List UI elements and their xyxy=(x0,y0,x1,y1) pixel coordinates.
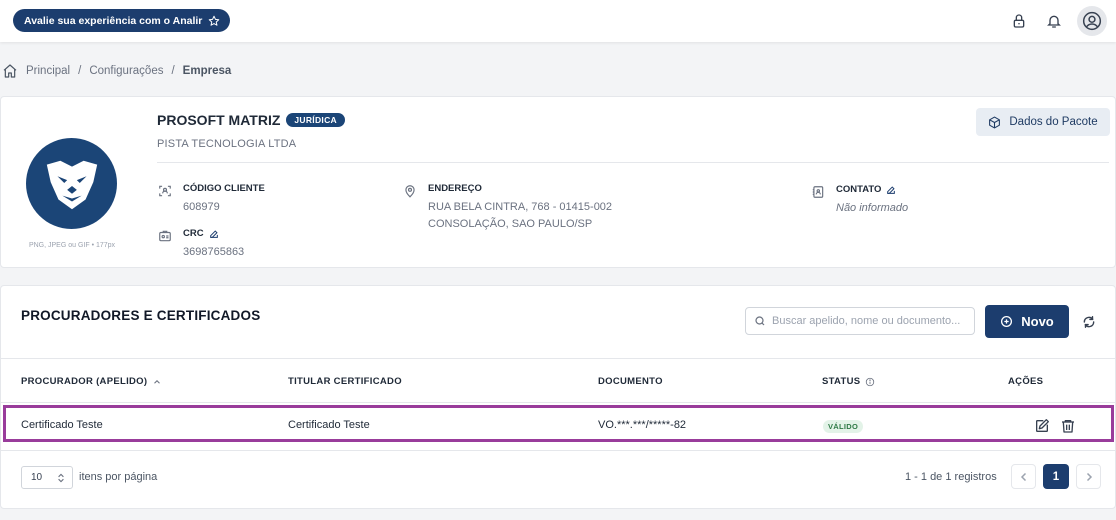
per-page-select[interactable]: 10 xyxy=(21,466,73,489)
search-box[interactable] xyxy=(745,307,975,335)
lock-icon xyxy=(1013,14,1025,28)
package-data-label: Dados do Pacote xyxy=(1009,116,1098,128)
contact-value: Não informado xyxy=(836,202,909,214)
procuradores-card: PROCURADORES E CERTIFICADOS Novo PROCURA… xyxy=(0,285,1116,509)
breadcrumb: Principal / Configurações / Empresa xyxy=(2,62,231,80)
current-page-button[interactable]: 1 xyxy=(1043,464,1069,489)
sort-up-icon xyxy=(154,379,161,384)
contact-label-wrapper: CONTATO xyxy=(836,184,896,195)
status-badge: VÁLIDO xyxy=(823,420,864,433)
logo-format-hint: PNG, JPEG ou GIF • 177px xyxy=(28,242,116,249)
search-input[interactable] xyxy=(772,315,962,327)
client-code-label: CÓDIGO CLIENTE xyxy=(183,183,265,194)
chevron-up-down-icon xyxy=(58,473,64,483)
next-page-button[interactable] xyxy=(1076,464,1101,489)
user-circle-icon xyxy=(1082,11,1102,31)
edit-icon[interactable] xyxy=(886,185,896,195)
refresh-icon xyxy=(1083,316,1095,328)
trash-icon xyxy=(1061,419,1074,433)
edit-row-button[interactable] xyxy=(1033,417,1050,434)
breadcrumb-separator: / xyxy=(171,65,175,77)
lion-logo-icon xyxy=(46,160,97,209)
refresh-button[interactable] xyxy=(1080,313,1098,331)
divider xyxy=(1,358,1115,359)
address-line2: CONSOLAÇÃO, SAO PAULO/SP xyxy=(428,218,593,230)
user-menu-button[interactable] xyxy=(1077,6,1107,36)
column-header-status-label: STATUS xyxy=(822,376,861,387)
column-header-status: STATUS xyxy=(822,376,875,387)
plus-circle-icon xyxy=(1001,315,1013,328)
column-header-acoes: AÇÕES xyxy=(1008,376,1043,387)
divider xyxy=(1,450,1115,451)
new-button[interactable]: Novo xyxy=(985,305,1069,338)
divider xyxy=(157,162,1109,163)
divider xyxy=(1,402,1115,403)
table-row[interactable]: Certificado Teste Certificado Teste VO.*… xyxy=(3,405,1114,442)
company-card: PNG, JPEG ou GIF • 177px PROSOFT MATRIZ … xyxy=(0,96,1116,268)
search-icon xyxy=(755,316,765,326)
edit-icon[interactable] xyxy=(209,229,219,239)
column-header-titular-label: TITULAR CERTIFICADO xyxy=(288,376,402,387)
lock-button[interactable] xyxy=(1008,10,1030,32)
crc-label-wrapper: CRC xyxy=(183,228,219,239)
per-page-label: itens por página xyxy=(79,471,158,483)
crc-value: 3698765863 xyxy=(183,246,245,258)
per-page-value: 10 xyxy=(31,472,43,483)
prev-page-button[interactable] xyxy=(1011,464,1036,489)
company-logo[interactable] xyxy=(26,138,117,229)
column-header-acoes-label: AÇÕES xyxy=(1008,376,1044,387)
contact-label: CONTATO xyxy=(836,184,882,195)
breadcrumb-principal[interactable]: Principal xyxy=(26,65,70,77)
chevron-right-icon xyxy=(1086,472,1092,481)
chevron-left-icon xyxy=(1020,472,1026,481)
breadcrumb-separator: / xyxy=(78,65,82,77)
address-line1: RUA BELA CINTRA, 768 - 01415-002 xyxy=(428,201,613,213)
address-label: ENDEREÇO xyxy=(428,183,482,194)
notifications-button[interactable] xyxy=(1043,10,1065,32)
column-header-procurador-label: PROCURADOR (APELIDO) xyxy=(21,376,148,387)
rate-experience-button[interactable]: Avalie sua experiência com o Analir xyxy=(13,9,231,32)
company-name: PROSOFT MATRIZ JURÍDICA xyxy=(157,112,345,128)
column-header-procurador[interactable]: PROCURADOR (APELIDO) xyxy=(21,376,162,387)
package-data-button[interactable]: Dados do Pacote xyxy=(976,108,1110,136)
id-card-icon xyxy=(159,230,171,242)
new-button-label: Novo xyxy=(1021,314,1054,329)
cell-procurador: Certificado Teste xyxy=(21,419,103,431)
cell-titular: Certificado Teste xyxy=(288,419,370,431)
home-icon[interactable] xyxy=(2,63,18,79)
cube-icon xyxy=(989,116,1001,128)
bell-icon xyxy=(1047,15,1061,28)
star-icon xyxy=(209,15,220,26)
scan-id-icon xyxy=(159,185,171,197)
company-name-text: PROSOFT MATRIZ xyxy=(157,112,281,128)
edit-icon xyxy=(1035,418,1049,432)
breadcrumb-configuracoes[interactable]: Configurações xyxy=(89,65,163,77)
client-code-value: 608979 xyxy=(183,201,220,213)
section-title: PROCURADORES E CERTIFICADOS xyxy=(21,308,261,323)
top-bar: Avalie sua experiência com o Analir xyxy=(0,0,1116,42)
breadcrumb-empresa: Empresa xyxy=(182,65,232,77)
map-pin-icon xyxy=(405,185,415,198)
column-header-documento-label: DOCUMENTO xyxy=(598,376,663,387)
contact-book-icon xyxy=(812,186,824,198)
pagination-range: 1 - 1 de 1 registros xyxy=(905,471,997,483)
column-header-documento: DOCUMENTO xyxy=(598,376,663,387)
crc-label: CRC xyxy=(183,228,204,239)
company-legal-name: PISTA TECNOLOGIA LTDA xyxy=(157,138,297,150)
company-type-badge: JURÍDICA xyxy=(286,113,345,127)
cell-documento: VO.***.***/*****-82 xyxy=(598,419,687,431)
delete-row-button[interactable] xyxy=(1059,417,1076,434)
info-icon[interactable] xyxy=(865,377,875,387)
column-header-titular: TITULAR CERTIFICADO xyxy=(288,376,402,387)
rate-experience-label: Avalie sua experiência com o Analir xyxy=(24,14,203,27)
